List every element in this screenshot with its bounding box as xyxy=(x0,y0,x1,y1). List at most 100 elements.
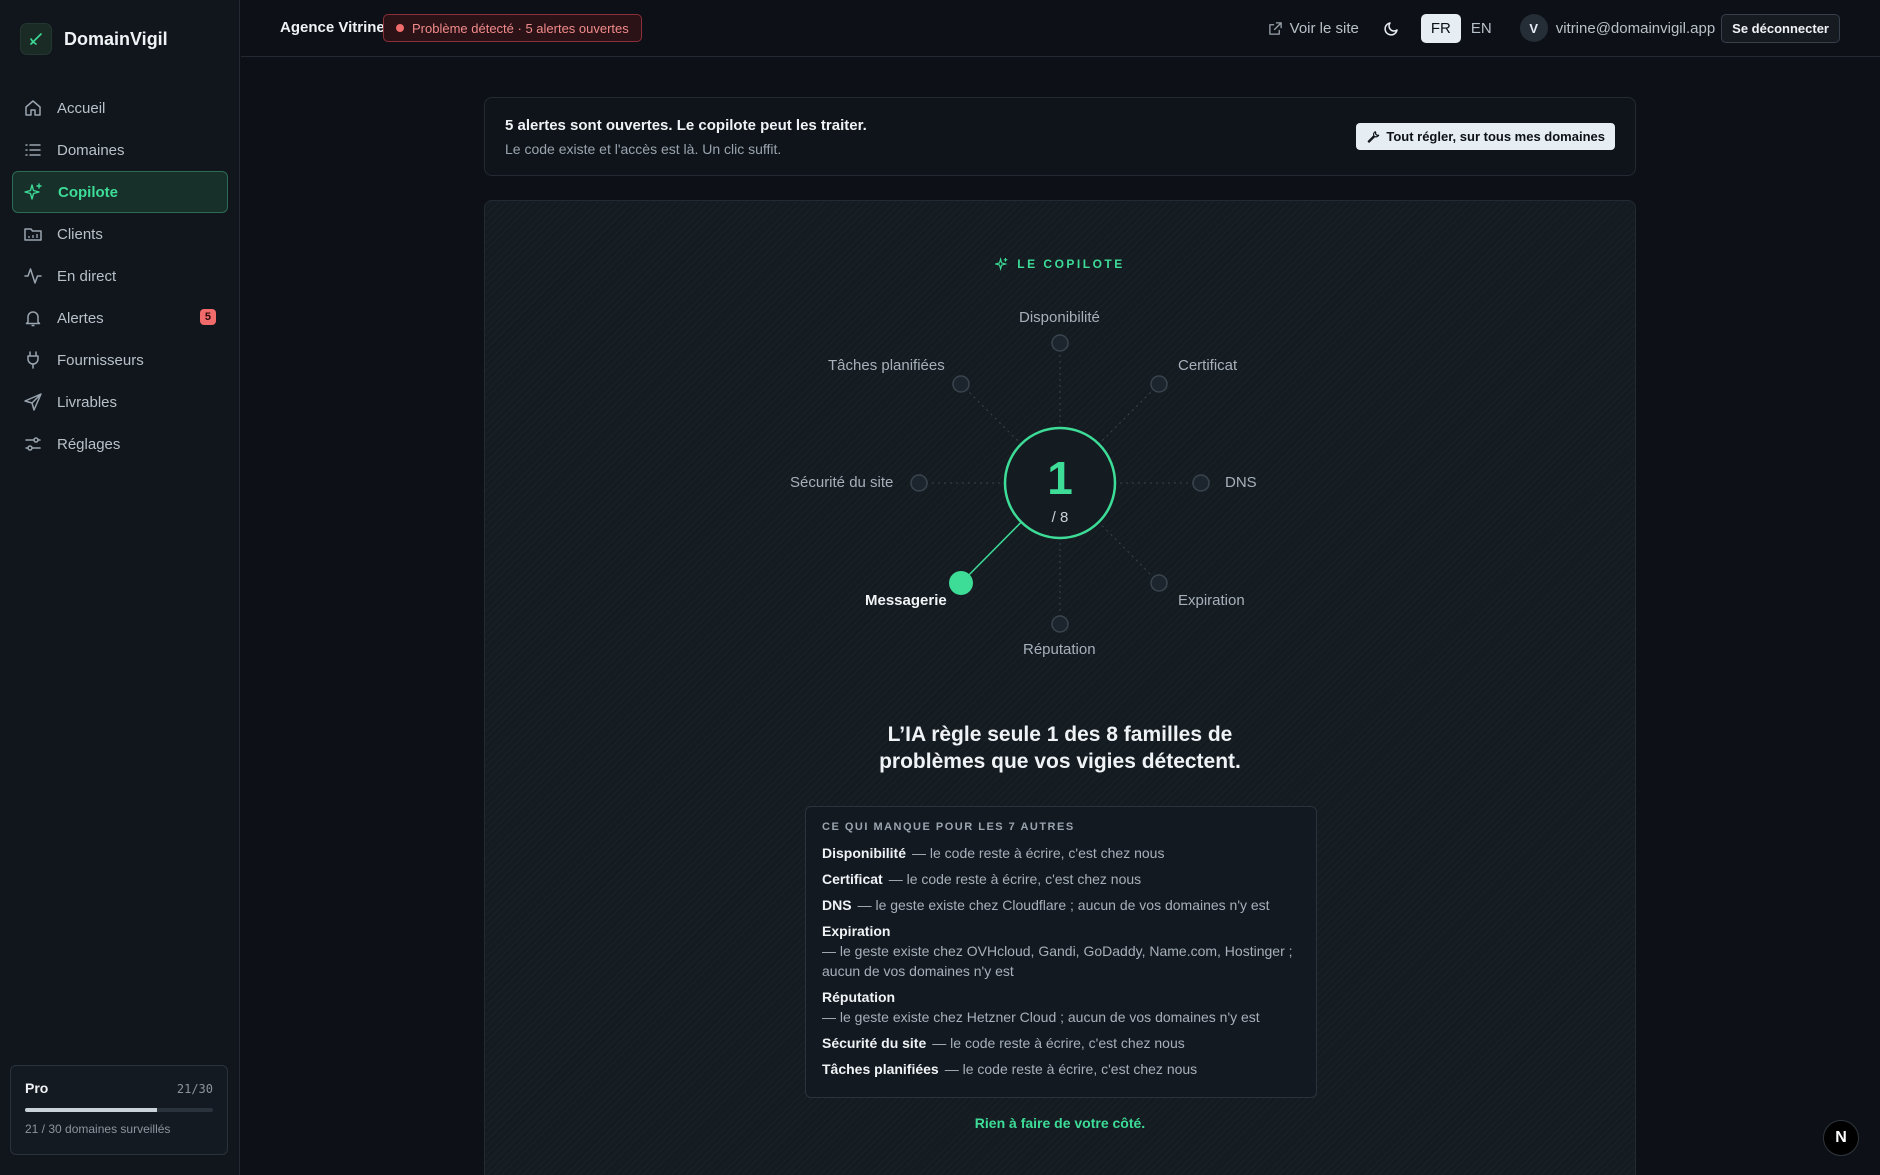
missing-name: DNS xyxy=(822,897,852,913)
label-reputation: Réputation xyxy=(1023,641,1096,658)
plug-icon xyxy=(27,351,39,369)
sidebar-item-label: Fournisseurs xyxy=(57,351,144,369)
folder-icon xyxy=(24,228,42,241)
label-certificat: Certificat xyxy=(1178,357,1238,374)
banner-title: 5 alertes sont ouvertes. Le copilote peu… xyxy=(505,117,867,134)
plan-note: 21 / 30 domaines surveillés xyxy=(25,1122,171,1136)
sidebar-nav: Accueil Domaines Copilote Clients En dir… xyxy=(12,87,228,465)
sidebar-item-livrables[interactable]: Livrables xyxy=(12,381,228,423)
top-bar: Agence Vitrine Problème détecté · 5 aler… xyxy=(241,0,1880,57)
missing-text: — le code reste à écrire, c'est chez nou… xyxy=(888,871,1142,887)
moon-icon xyxy=(1384,22,1398,36)
center-value: 1 xyxy=(1047,452,1073,504)
missing-name: Certificat xyxy=(822,871,883,887)
node-expiration[interactable] xyxy=(1150,574,1168,592)
wrench-icon xyxy=(1367,130,1380,143)
sidebar-item-label: Accueil xyxy=(57,99,106,117)
node-securite[interactable] xyxy=(910,474,928,492)
missing-row: Expiration — le geste existe chez OVHclou… xyxy=(822,921,1300,981)
node-messagerie[interactable] xyxy=(949,571,973,595)
label-dns: DNS xyxy=(1225,474,1257,491)
missing-name: Expiration xyxy=(822,923,891,939)
sidebar-item-label: Clients xyxy=(57,225,103,243)
plan-card[interactable]: Pro 21/30 21 / 30 domaines surveillés xyxy=(10,1065,228,1155)
missing-text: — le geste existe chez Hetzner Cloud ; a… xyxy=(822,1009,1260,1025)
missing-name: Réputation xyxy=(822,989,896,1005)
user-email: vitrine@domainvigil.app xyxy=(1555,19,1716,37)
sidebar: DomainVigil Accueil Domaines Copilote Cl… xyxy=(0,0,240,1175)
bell-icon xyxy=(25,311,41,327)
alert-dot-icon xyxy=(396,24,404,32)
sidebar-item-copilote[interactable]: Copilote xyxy=(12,171,228,213)
missing-text: — le code reste à écrire, c'est chez nou… xyxy=(912,845,1165,861)
home-icon xyxy=(25,100,41,116)
headline-line-1: L’IA règle seule 1 des 8 familles de xyxy=(887,723,1233,746)
sidebar-item-accueil[interactable]: Accueil xyxy=(12,87,228,129)
missing-text: — le geste existe chez OVHcloud, Gandi, … xyxy=(822,943,1293,979)
plan-count: 21/30 xyxy=(176,1082,213,1096)
copilot-headline: L’IA règle seule 1 des 8 familles de pro… xyxy=(485,721,1635,775)
missing-text: — le geste existe chez Cloudflare ; aucu… xyxy=(857,897,1270,913)
node-certificat[interactable] xyxy=(1150,375,1168,393)
missing-name: Sécurité du site xyxy=(822,1035,927,1051)
missing-families-box: CE QUI MANQUE POUR LES 7 AUTRES Disponib… xyxy=(805,806,1317,1098)
sliders-icon xyxy=(25,437,41,451)
node-reputation[interactable] xyxy=(1051,615,1069,633)
label-disponibilite: Disponibilité xyxy=(1019,309,1100,326)
plan-usage-fill xyxy=(25,1108,157,1112)
send-icon xyxy=(24,393,42,411)
sidebar-item-label: Livrables xyxy=(57,393,118,411)
label-messagerie: Messagerie xyxy=(865,592,947,609)
missing-name: Disponibilité xyxy=(822,845,906,861)
missing-row: DNS — le geste existe chez Cloudflare ; a… xyxy=(822,895,1300,915)
sidebar-item-domaines[interactable]: Domaines xyxy=(12,129,228,171)
brand[interactable]: DomainVigil xyxy=(20,23,168,55)
view-site-label: Voir le site xyxy=(1289,19,1359,37)
label-securite: Sécurité du site xyxy=(790,474,894,491)
agency-name[interactable]: Agence Vitrine xyxy=(280,19,385,36)
view-site-link[interactable]: Voir le site xyxy=(1268,20,1359,37)
node-taches[interactable] xyxy=(952,375,970,393)
alert-banner: 5 alertes sont ouvertes. Le copilote peu… xyxy=(484,97,1636,176)
missing-row: Disponibilité — le code reste à écrire, c… xyxy=(822,843,1300,863)
plan-usage-bar xyxy=(25,1108,213,1112)
fix-all-label: Tout régler, sur tous mes domaines xyxy=(1386,129,1605,144)
missing-title: CE QUI MANQUE POUR LES 7 AUTRES xyxy=(822,821,1075,833)
activity-icon xyxy=(24,268,42,284)
sidebar-item-label: Domaines xyxy=(57,141,125,159)
center-total: / 8 xyxy=(1051,509,1069,526)
missing-row: Tâches planifiées — le code reste à écrir… xyxy=(822,1059,1300,1079)
banner-subtitle: Le code existe et l'accès est là. Un cli… xyxy=(505,141,782,157)
sidebar-item-alertes[interactable]: Alertes 5 xyxy=(12,297,228,339)
alert-status-pill[interactable]: Problème détecté · 5 alertes ouvertes xyxy=(383,14,642,42)
sidebar-item-label: Copilote xyxy=(58,183,118,201)
avatar[interactable]: V xyxy=(1519,14,1548,42)
theme-toggle-button[interactable] xyxy=(1381,17,1403,39)
missing-row: Réputation — le geste existe chez Hetzner… xyxy=(822,987,1300,1027)
nothing-to-do-note: Rien à faire de votre côté. xyxy=(974,1115,1146,1131)
missing-text: — le code reste à écrire, c'est chez nou… xyxy=(944,1061,1198,1077)
sidebar-item-reglages[interactable]: Réglages xyxy=(12,423,228,465)
headline-line-2: problèmes que vos vigies détectent. xyxy=(879,750,1241,773)
logo-icon xyxy=(20,23,52,55)
missing-row: Sécurité du site — le code reste à écrire… xyxy=(822,1033,1300,1053)
sparkles-icon xyxy=(24,183,42,200)
missing-name: Tâches planifiées xyxy=(822,1061,939,1077)
label-expiration: Expiration xyxy=(1178,592,1245,609)
lang-fr-button[interactable]: FR xyxy=(1420,13,1461,43)
list-icon xyxy=(25,144,41,156)
sidebar-item-label: Réglages xyxy=(57,435,121,453)
sidebar-item-en-direct[interactable]: En direct xyxy=(12,255,228,297)
sidebar-item-fournisseurs[interactable]: Fournisseurs xyxy=(12,339,228,381)
sidebar-item-label: Alertes xyxy=(57,309,104,327)
lang-en-button[interactable]: EN xyxy=(1461,14,1502,43)
dev-tools-button[interactable]: N xyxy=(1823,1120,1859,1156)
sidebar-item-label: En direct xyxy=(57,267,117,285)
logout-button[interactable]: Se déconnecter xyxy=(1721,13,1840,43)
node-dns[interactable] xyxy=(1192,474,1210,492)
node-disponibilite[interactable] xyxy=(1051,334,1069,352)
fix-all-button[interactable]: Tout régler, sur tous mes domaines xyxy=(1356,123,1615,150)
label-taches: Tâches planifiées xyxy=(828,357,945,374)
sidebar-item-clients[interactable]: Clients xyxy=(12,213,228,255)
copilot-radar xyxy=(910,334,1210,633)
